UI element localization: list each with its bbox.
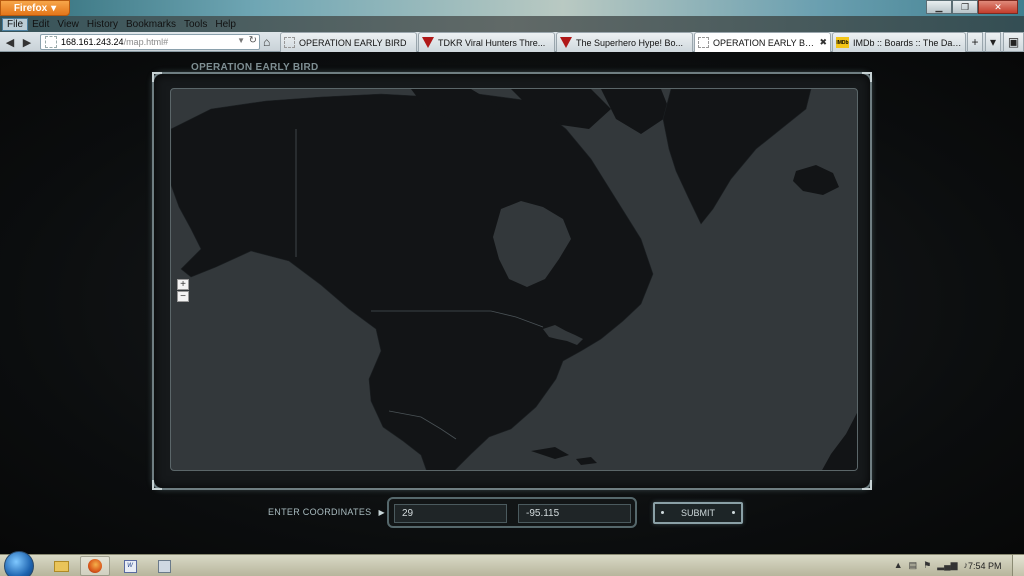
greenland (662, 89, 812, 225)
menu-history[interactable]: History (83, 19, 122, 30)
tab-label: TDKR Viral Hunters Thre... (438, 37, 546, 48)
chevron-down-icon: ▾ (989, 35, 997, 49)
flag-icon[interactable]: ⚑ (923, 560, 931, 571)
caribbean-islands (531, 447, 597, 465)
application-icon (157, 559, 171, 573)
close-window-button[interactable]: ✕ (978, 0, 1018, 14)
list-tabs-button[interactable]: ▾ (985, 32, 1001, 52)
firefox-button-label: Firefox (13, 2, 48, 14)
folder-icon (53, 560, 69, 572)
latitude-input[interactable] (394, 504, 507, 523)
tab-operation-early-bird-1[interactable]: OPERATION EARLY BIRD (280, 32, 417, 52)
menu-bar: File Edit View History Bookmarks Tools H… (0, 16, 1024, 32)
url-host: 168.161.243.24 (61, 37, 124, 47)
imdb-icon: IMDb (836, 37, 849, 48)
north-america-landmass (171, 92, 654, 470)
coordinates-label: ENTER COORDINATES (268, 507, 372, 517)
back-button[interactable]: ◀ (3, 35, 17, 49)
forward-button[interactable]: ▶ (20, 35, 34, 49)
world-map[interactable]: + − (170, 88, 858, 471)
tab-tdkr-viral-hunters[interactable]: TDKR Viral Hunters Thre... (418, 32, 555, 52)
dashed-page-icon (284, 37, 295, 48)
map-frame: + − (152, 72, 872, 490)
taskbar: W ▲ ▤ ⚑ ▂▄▆ ♪ 7:54 PM (0, 551, 1024, 576)
back-arrow-icon: ◀ (5, 36, 15, 49)
taskbar-explorer[interactable] (46, 556, 76, 576)
system-tray: ▲ ▤ ⚑ ▂▄▆ ♪ (894, 560, 968, 571)
submit-button[interactable]: SUBMIT (653, 502, 743, 524)
minimize-button[interactable]: ▁ (926, 0, 952, 14)
zoom-in-button[interactable]: + (177, 279, 189, 290)
dashed-page-icon (698, 37, 709, 48)
tab-label: The Superhero Hype! Bo... (576, 37, 684, 48)
chevron-down-icon: ▾ (51, 2, 57, 14)
menu-view[interactable]: View (53, 19, 83, 30)
network-device-icon[interactable]: ▤ (909, 560, 918, 571)
window-controls: ▁ ❐ ✕ (926, 0, 1018, 14)
tab-strip: OPERATION EARLY BIRD TDKR Viral Hunters … (280, 32, 967, 52)
minimize-icon: ▁ (935, 1, 943, 12)
submit-label: SUBMIT (680, 508, 715, 518)
show-desktop-button[interactable] (1012, 555, 1024, 576)
tab-label: OPERATION EARLY BIRD (713, 37, 817, 48)
wifi-signal-icon[interactable]: ▂▄▆ (937, 560, 957, 571)
frame-corner (152, 480, 162, 490)
clock[interactable]: 7:54 PM (968, 561, 1002, 571)
coordinates-label-group: ENTER COORDINATES ▶ (268, 507, 385, 517)
tab-imdb-boards[interactable]: IMDb IMDb :: Boards :: The Dar... (832, 32, 966, 52)
page-favicon-icon (45, 36, 57, 48)
url-dropdown-icon[interactable]: ▼ (237, 36, 245, 45)
frame-corner (152, 72, 162, 82)
close-icon: ✕ (994, 1, 1002, 12)
frame-corner (862, 480, 872, 490)
taskbar-app[interactable] (149, 556, 179, 576)
start-button[interactable] (4, 551, 34, 576)
plus-icon: + (971, 35, 979, 49)
page-content: OPERATION EARLY BIRD + − ENTER COORDINAT… (0, 52, 1024, 554)
taskbar-firefox[interactable] (80, 556, 110, 576)
tab-superhero-hype[interactable]: The Superhero Hype! Bo... (556, 32, 693, 52)
button-dot-icon (661, 511, 664, 514)
tab-label: OPERATION EARLY BIRD (299, 37, 407, 48)
longitude-input[interactable] (518, 504, 631, 523)
taskbar-word[interactable]: W (115, 556, 145, 576)
restore-button[interactable]: ❐ (952, 0, 978, 14)
coordinates-panel (387, 497, 637, 528)
menu-help[interactable]: Help (211, 19, 240, 30)
menu-tools[interactable]: Tools (180, 19, 211, 30)
address-bar[interactable]: 168.161.243.24 /map.html# ▼ ↻ (40, 34, 260, 50)
menu-edit[interactable]: Edit (28, 19, 53, 30)
firefox-icon (88, 559, 102, 573)
menu-bookmarks[interactable]: Bookmarks (122, 19, 180, 30)
restore-icon: ❐ (960, 1, 970, 12)
new-tab-button[interactable]: + (967, 32, 983, 52)
home-icon[interactable]: ⌂ (263, 35, 270, 49)
zoom-out-button[interactable]: − (177, 291, 189, 302)
show-hidden-icons-icon[interactable]: ▲ (894, 560, 903, 571)
europe-edge (822, 412, 857, 470)
iceland (793, 165, 839, 195)
forward-arrow-icon: ▶ (22, 36, 32, 49)
close-tab-icon[interactable]: ✖ (819, 37, 827, 48)
tab-groups-button[interactable]: ▣ (1003, 32, 1024, 52)
tab-groups-icon: ▣ (1007, 35, 1020, 49)
window-title-bar: Firefox ▾ ▁ ❐ ✕ (0, 0, 1024, 16)
menu-file[interactable]: File (2, 17, 29, 31)
tab-operation-early-bird-active[interactable]: OPERATION EARLY BIRD ✖ (694, 32, 831, 52)
shield-icon (422, 37, 434, 48)
word-icon: W (123, 559, 137, 573)
map-canvas (171, 89, 857, 470)
url-path: /map.html# (123, 37, 169, 47)
reload-icon[interactable]: ↻ (249, 35, 257, 46)
shield-icon (560, 37, 572, 48)
play-arrow-icon: ▶ (378, 507, 385, 517)
button-dot-icon (732, 511, 735, 514)
tab-label: IMDb :: Boards :: The Dar... (853, 37, 962, 48)
firefox-menu-button[interactable]: Firefox ▾ (0, 0, 70, 16)
frame-corner (862, 72, 872, 82)
